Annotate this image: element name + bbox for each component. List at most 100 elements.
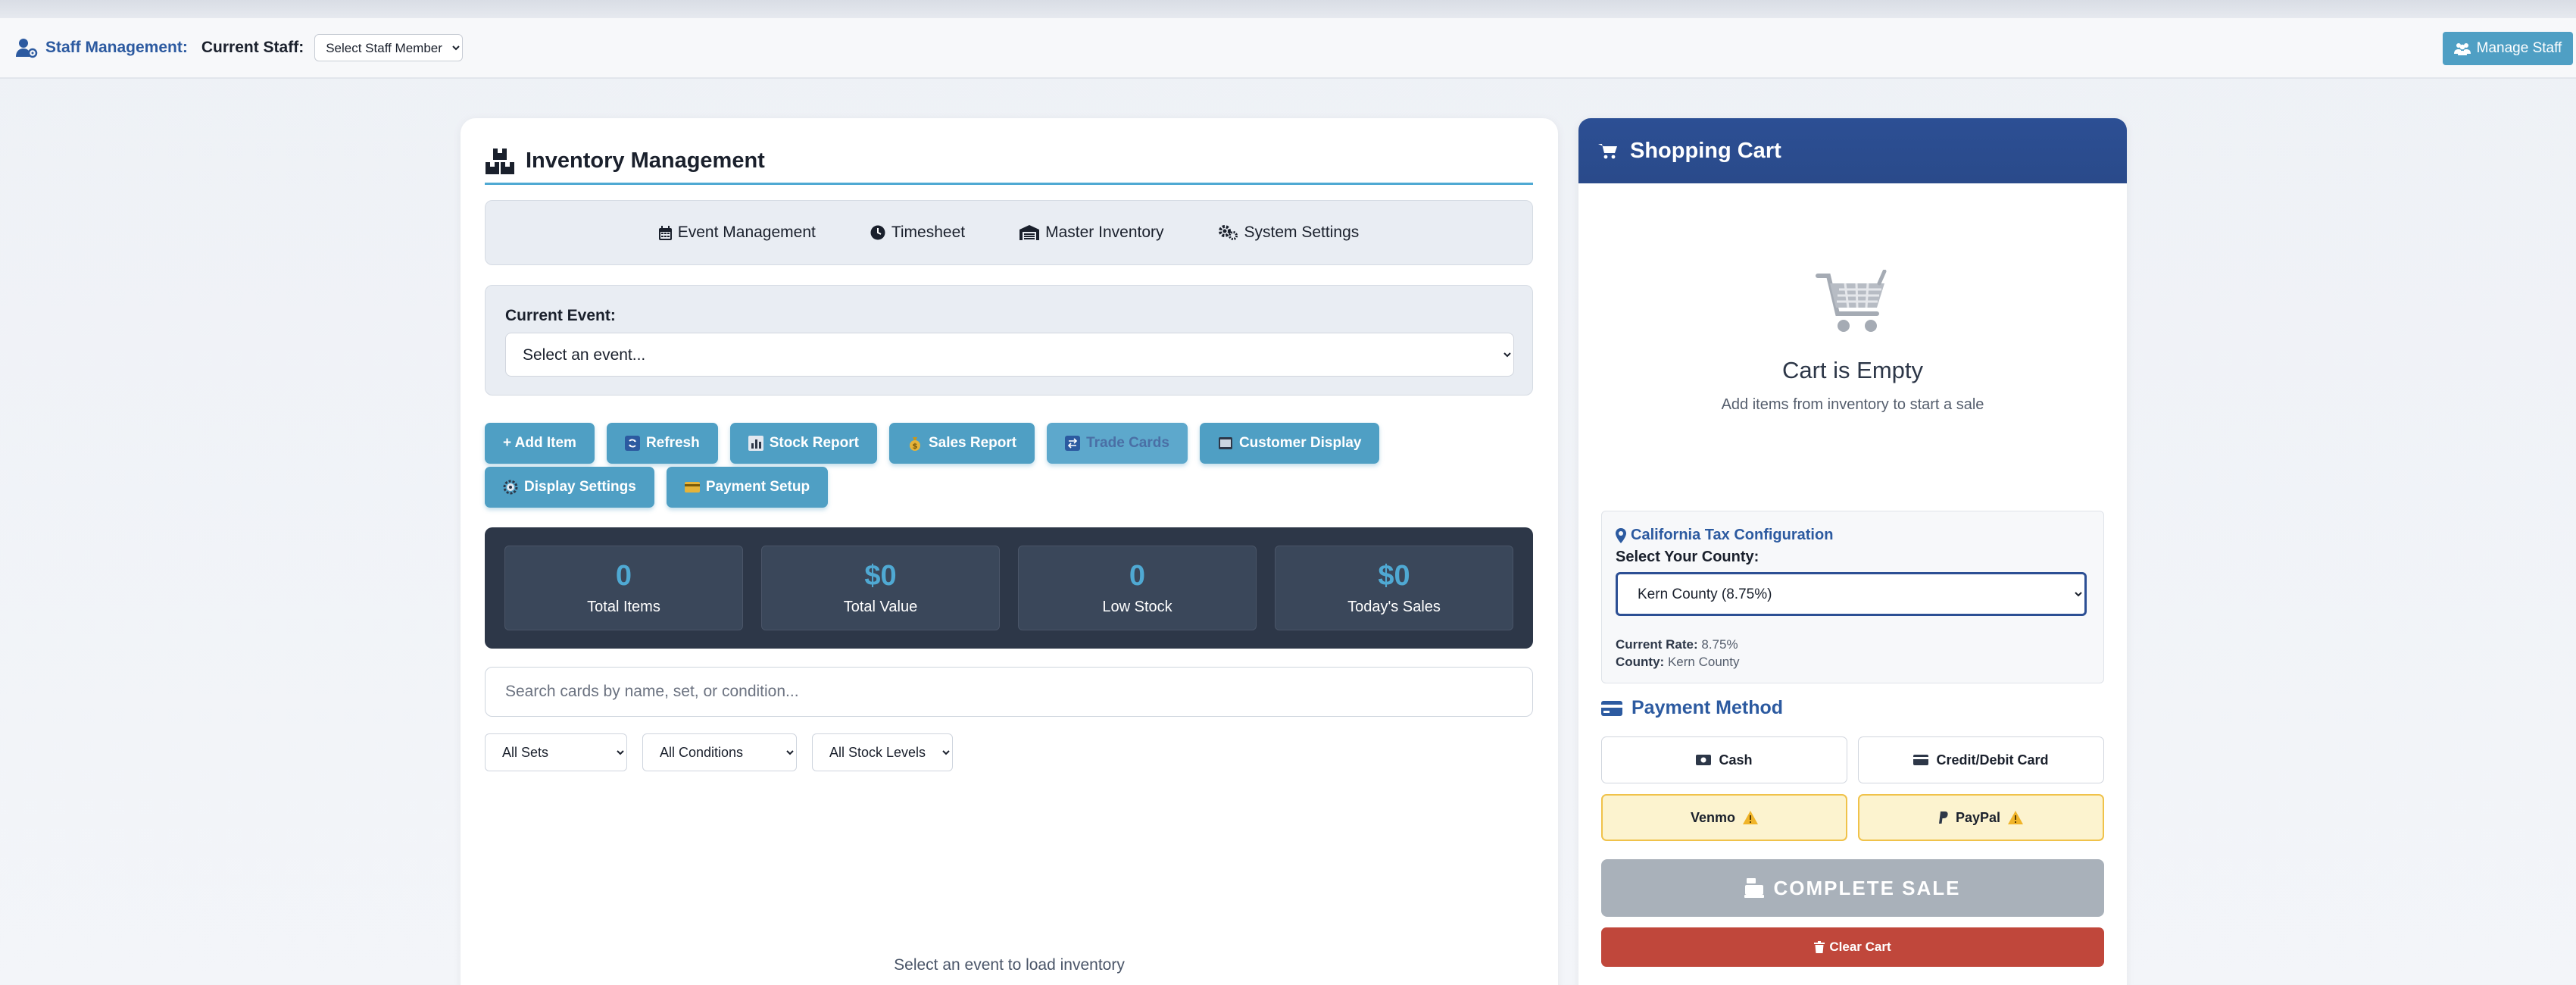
money-icon [1696, 755, 1712, 765]
cart-title: Shopping Cart [1630, 138, 1781, 163]
tab-system-settings-label: System Settings [1244, 224, 1360, 241]
stat-total-items-value: 0 [615, 560, 632, 592]
county-label: Select Your County: [1616, 549, 1759, 565]
stat-total-items: 0 Total Items [504, 546, 743, 630]
stat-low-stock-value: 0 [1129, 560, 1146, 592]
current-staff-label: Current Staff: [201, 39, 304, 56]
action-buttons-row-2: Display Settings Payment Setup [485, 467, 829, 508]
stat-total-value: $0 Total Value [761, 546, 1000, 630]
inventory-title: Inventory Management [526, 149, 765, 173]
search-input[interactable] [485, 667, 1533, 717]
gears-icon [1218, 225, 1238, 240]
stat-todays-sales: $0 Today's Sales [1275, 546, 1513, 630]
stat-total-value-value: $0 [864, 560, 897, 592]
clear-cart-button[interactable]: Clear Cart [1601, 927, 2104, 967]
card-label: Credit/Debit Card [1936, 752, 2049, 768]
cart-empty-title: Cart is Empty [1781, 357, 1924, 383]
inventory-empty-message: Select an event to load inventory [894, 956, 1125, 974]
paypal-label: PayPal [1955, 809, 2001, 825]
tab-timesheet-label: Timesheet [891, 224, 966, 241]
tab-master-inventory[interactable]: Master Inventory [1019, 224, 1164, 242]
current-event-section: Current Event: Select an event... [485, 285, 1533, 396]
gear-icon [503, 480, 518, 495]
tax-county-row: County: Kern County [1616, 653, 2090, 671]
payment-methods: Cash Credit/Debit Card Venmo PayPal [1601, 736, 2104, 841]
complete-sale-button[interactable]: COMPLETE SALE [1601, 859, 2104, 917]
stat-todays-sales-label: Today's Sales [1347, 599, 1441, 615]
staff-select[interactable]: Select Staff Member [314, 34, 464, 61]
stats-panel: 0 Total Items $0 Total Value 0 Low Stock… [485, 527, 1533, 649]
payment-method-heading: Payment Method [1601, 697, 1783, 719]
cart-empty-subtitle: Add items from inventory to start a sale [1721, 396, 1984, 413]
manage-staff-button[interactable]: Manage Staff [2443, 32, 2573, 65]
complete-sale-label: COMPLETE SALE [1773, 876, 1961, 899]
map-marker-icon [1616, 527, 1626, 543]
cart-icon [1598, 144, 1617, 159]
calendar-icon [658, 225, 672, 240]
display-settings-label: Display Settings [524, 479, 636, 495]
refresh-button[interactable]: Refresh [606, 423, 718, 464]
condition-filter-select[interactable]: All Conditions [642, 733, 797, 771]
sales-report-label: Sales Report [928, 435, 1017, 451]
customer-display-label: Customer Display [1238, 435, 1362, 451]
stat-low-stock: 0 Low Stock [1018, 546, 1257, 630]
stock-level-filter-select[interactable]: All Stock Levels [812, 733, 953, 771]
tab-event-management-label: Event Management [677, 224, 816, 241]
county-select[interactable]: Kern County (8.75%) [1616, 572, 2087, 616]
venmo-label: Venmo [1690, 809, 1736, 825]
filter-row: All Sets All Conditions All Stock Levels [485, 733, 953, 771]
inventory-header: Inventory Management [485, 139, 1533, 185]
current-event-label: Current Event: [505, 307, 616, 324]
paypal-payment-button[interactable]: PayPal [1858, 794, 2104, 841]
clock-icon [870, 225, 885, 240]
cash-payment-button[interactable]: Cash [1601, 736, 1847, 783]
bar-chart-icon [748, 436, 763, 451]
tab-system-settings[interactable]: System Settings [1218, 224, 1360, 242]
tax-config-title-row: California Tax Configuration [1616, 527, 2090, 544]
cash-label: Cash [1719, 752, 1753, 768]
credit-card-icon [1913, 755, 1929, 765]
card-payment-button[interactable]: Credit/Debit Card [1858, 736, 2104, 783]
clear-cart-label: Clear Cart [1829, 940, 1891, 954]
credit-card-icon [1601, 700, 1622, 716]
tax-county-value: Kern County [1667, 655, 1740, 669]
tab-master-inventory-label: Master Inventory [1045, 224, 1164, 241]
svg-text:$: $ [912, 442, 917, 451]
add-item-button[interactable]: + Add Item [485, 423, 595, 464]
customer-display-button[interactable]: Customer Display [1199, 423, 1380, 464]
credit-card-icon [684, 480, 700, 495]
user-gear-icon [16, 39, 38, 58]
stat-low-stock-label: Low Stock [1102, 599, 1172, 615]
paypal-icon [1938, 811, 1948, 824]
event-select[interactable]: Select an event... [505, 333, 1514, 377]
empty-cart-icon [1816, 269, 1887, 332]
tab-event-management[interactable]: Event Management [658, 224, 816, 242]
staff-management-label: Staff Management: [45, 39, 188, 56]
inventory-panel: Inventory Management Event Management Ti… [461, 118, 1558, 985]
tax-rate-label: Current Rate: [1616, 637, 1698, 652]
action-buttons-row-1: + Add Item Refresh Stock Report $ Sales … [485, 423, 1380, 464]
tax-info: Current Rate: 8.75% County: Kern County [1616, 636, 2090, 671]
tax-config-section: California Tax Configuration Select Your… [1601, 511, 2104, 683]
set-filter-select[interactable]: All Sets [485, 733, 627, 771]
swap-icon [1065, 436, 1081, 451]
refresh-icon [624, 436, 640, 451]
tax-county-label: County: [1616, 655, 1665, 669]
stat-total-value-label: Total Value [843, 599, 918, 615]
refresh-label: Refresh [645, 435, 700, 451]
payment-setup-label: Payment Setup [705, 479, 810, 495]
add-item-label: + Add Item [503, 435, 576, 451]
tab-timesheet[interactable]: Timesheet [870, 224, 965, 242]
stat-total-items-label: Total Items [587, 599, 660, 615]
payment-setup-button[interactable]: Payment Setup [666, 467, 829, 508]
stock-report-button[interactable]: Stock Report [729, 423, 877, 464]
warning-icon [1743, 811, 1759, 824]
trash-icon [1814, 941, 1825, 953]
tax-rate-row: Current Rate: 8.75% [1616, 636, 2090, 653]
boxes-icon [486, 148, 514, 174]
trade-cards-button[interactable]: Trade Cards [1047, 423, 1188, 464]
venmo-payment-button[interactable]: Venmo [1601, 794, 1847, 841]
sales-report-button[interactable]: $ Sales Report [888, 423, 1035, 464]
users-icon [2453, 43, 2471, 55]
display-settings-button[interactable]: Display Settings [485, 467, 654, 508]
